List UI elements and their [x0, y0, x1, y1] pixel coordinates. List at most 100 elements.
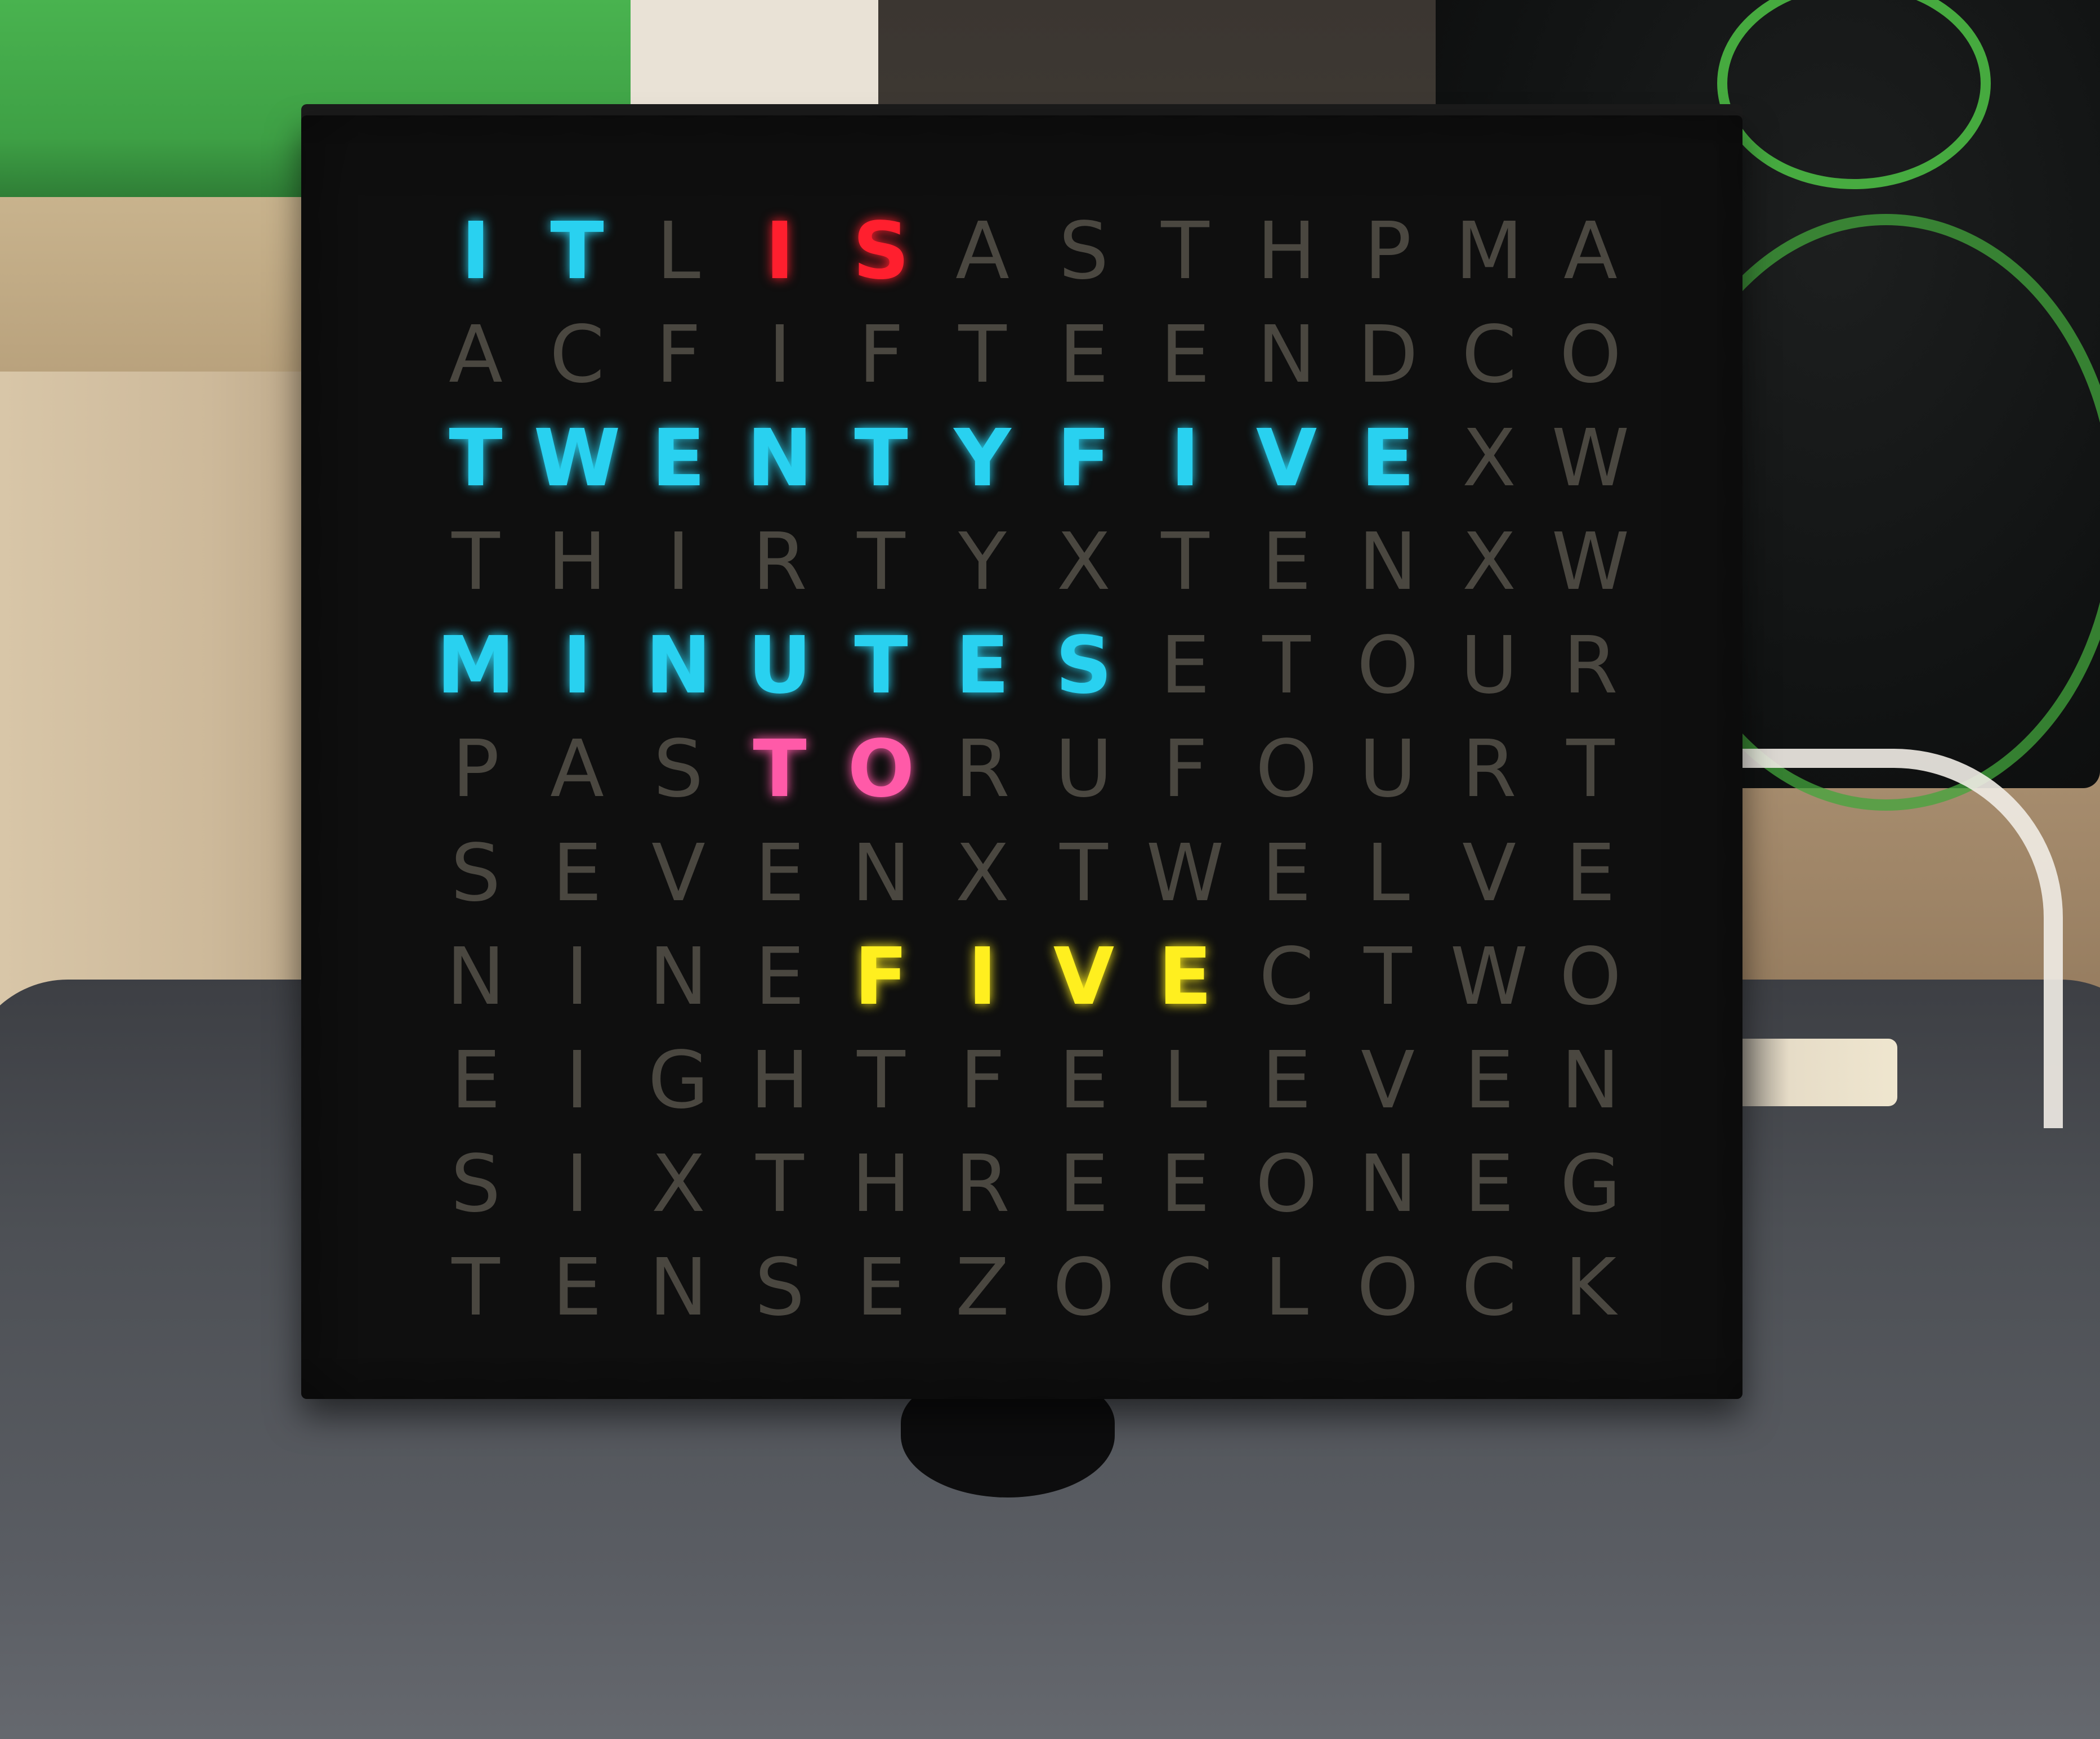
clock-letter: N: [649, 1241, 708, 1334]
clock-letter: A: [955, 205, 1009, 298]
clock-letter: P: [1364, 205, 1412, 298]
clock-letter: I: [967, 931, 998, 1023]
clock-letter: E: [1160, 309, 1210, 401]
clock-letter: T: [958, 309, 1007, 401]
clock-letter: W: [1450, 931, 1529, 1023]
clock-letter: F: [1057, 413, 1111, 505]
clock-letter: S: [1058, 205, 1109, 298]
clock-letter: E: [1058, 1034, 1109, 1126]
clock-letter: E: [955, 620, 1009, 712]
clock-letter: T: [854, 620, 908, 712]
clock-letter: E: [1261, 1034, 1312, 1126]
clock-letter: C: [1259, 931, 1314, 1023]
clock-letter: O: [847, 723, 915, 816]
clock-letter: F: [854, 931, 908, 1023]
clock-letter: X: [1462, 413, 1516, 505]
clock-letter: T: [452, 516, 500, 609]
clock-letter: E: [450, 1034, 501, 1126]
clock-letter: E: [754, 827, 805, 919]
clock-letter: S: [852, 205, 910, 298]
clock-letter: O: [1052, 1241, 1115, 1334]
clock-letter: L: [1366, 827, 1410, 919]
clock-letter: W: [1551, 516, 1630, 609]
clock-letter: H: [750, 1034, 810, 1126]
clock-letter: M: [1455, 205, 1523, 298]
clock-letter: E: [1464, 1138, 1514, 1230]
clock-letter: U: [1055, 723, 1113, 816]
clock-letter: R: [752, 516, 807, 609]
clock-letter: R: [955, 723, 1010, 816]
clock-letter: U: [1460, 620, 1518, 712]
clock-letter: S: [450, 1138, 501, 1230]
clock-letter: T: [1262, 620, 1311, 712]
clock-letter: E: [1058, 309, 1109, 401]
clock-letter: Y: [958, 516, 1007, 609]
clock-letter: T: [857, 1034, 905, 1126]
clock-letter: X: [651, 1138, 705, 1230]
clock-letter: S: [1055, 620, 1112, 712]
clock-letter: I: [765, 205, 795, 298]
clock-letter: N: [747, 413, 813, 505]
clock-letter: I: [565, 1138, 589, 1230]
clock-letter: P: [452, 723, 500, 816]
clock-letter: X: [1462, 516, 1516, 609]
clock-letter: Z: [955, 1241, 1009, 1334]
printer-opening: [631, 0, 878, 107]
clock-letter: S: [450, 827, 501, 919]
clock-letter: T: [1161, 516, 1209, 609]
clock-letter: I: [461, 205, 491, 298]
letter-grid: ITLISASTHPMAACFIFTEENDCOTWENTYFIVEXWTHIR…: [425, 200, 1641, 1340]
clock-letter: M: [436, 620, 515, 712]
clock-letter: T: [1364, 931, 1412, 1023]
clock-letter: I: [667, 516, 690, 609]
clock-letter: O: [1559, 309, 1622, 401]
clock-letter: G: [1560, 1138, 1621, 1230]
clock-letter: C: [1462, 1241, 1517, 1334]
clock-letter: Y: [954, 413, 1011, 505]
clock-letter: E: [1160, 620, 1210, 712]
clock-letter: D: [1357, 309, 1418, 401]
clock-letter: T: [857, 516, 905, 609]
clock-letter: F: [1162, 723, 1208, 816]
clock-letter: K: [1565, 1241, 1616, 1334]
clock-letter: T: [1161, 205, 1209, 298]
clock-letter: S: [653, 723, 704, 816]
clock-letter: T: [452, 1241, 500, 1334]
clock-letter: E: [1058, 1138, 1109, 1230]
clock-letter: E: [1261, 516, 1312, 609]
clock-letter: T: [449, 413, 503, 505]
clock-letter: E: [1361, 413, 1415, 505]
clock-letter: W: [1146, 827, 1225, 919]
clock-letter: V: [651, 827, 705, 919]
clock-letter: E: [754, 931, 805, 1023]
clock-letter: X: [1057, 516, 1111, 609]
clock-letter: W: [1551, 413, 1630, 505]
clock-letter: O: [1255, 723, 1318, 816]
clock-letter: E: [552, 1241, 602, 1334]
clock-letter: A: [1563, 205, 1618, 298]
clock-letter: I: [565, 1034, 589, 1126]
clock-letter: L: [1265, 1241, 1308, 1334]
clock-letter: N: [1257, 309, 1316, 401]
clock-letter: U: [1359, 723, 1417, 816]
clock-letter: V: [1361, 1034, 1415, 1126]
clock-letter: E: [552, 827, 602, 919]
clock-letter: A: [449, 309, 503, 401]
clock-letter: F: [959, 1034, 1006, 1126]
clock-letter: L: [1163, 1034, 1207, 1126]
clock-letter: T: [550, 205, 604, 298]
clock-letter: I: [562, 620, 592, 712]
clock-letter: N: [1358, 516, 1418, 609]
clock-letter: V: [1462, 827, 1516, 919]
clock-letter: E: [1464, 1034, 1514, 1126]
clock-letter: T: [1060, 827, 1108, 919]
clock-letter: R: [955, 1138, 1010, 1230]
clock-letter: N: [649, 931, 708, 1023]
clock-letter: O: [1356, 620, 1419, 712]
clock-letter: V: [1255, 413, 1317, 505]
clock-letter: O: [1255, 1138, 1318, 1230]
clock-letter: C: [1462, 309, 1517, 401]
clock-letter: N: [446, 931, 506, 1023]
clock-letter: O: [1356, 1241, 1419, 1334]
word-clock: ITLISASTHPMAACFIFTEENDCOTWENTYFIVEXWTHIR…: [301, 115, 1742, 1399]
